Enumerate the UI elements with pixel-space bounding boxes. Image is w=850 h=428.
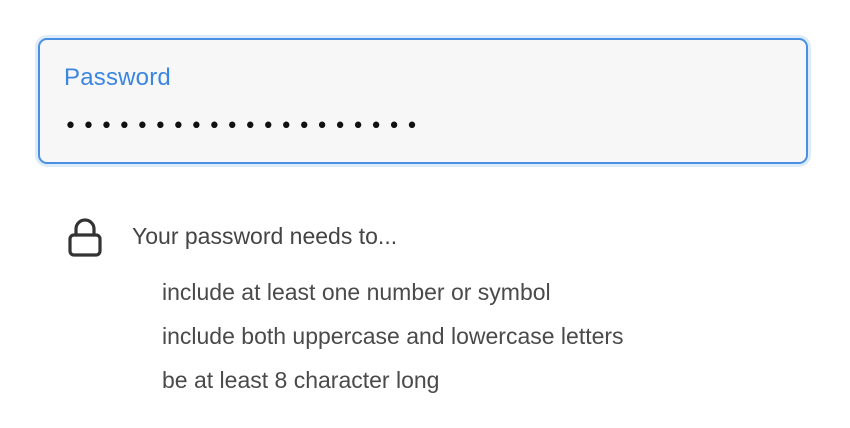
requirement-item: include at least one number or symbol xyxy=(162,279,551,305)
requirements-heading: Your password needs to... xyxy=(132,223,398,249)
requirement-item: be at least 8 character long xyxy=(162,367,440,393)
requirements-list: include at least one number or symbol in… xyxy=(162,277,624,409)
lock-icon xyxy=(68,218,102,257)
password-field[interactable]: Password xyxy=(38,38,808,164)
password-input[interactable] xyxy=(64,102,764,150)
password-requirements: Your password needs to... include at lea… xyxy=(66,215,786,405)
password-label: Password xyxy=(64,64,171,91)
requirement-item: include both uppercase and lowercase let… xyxy=(162,323,624,349)
